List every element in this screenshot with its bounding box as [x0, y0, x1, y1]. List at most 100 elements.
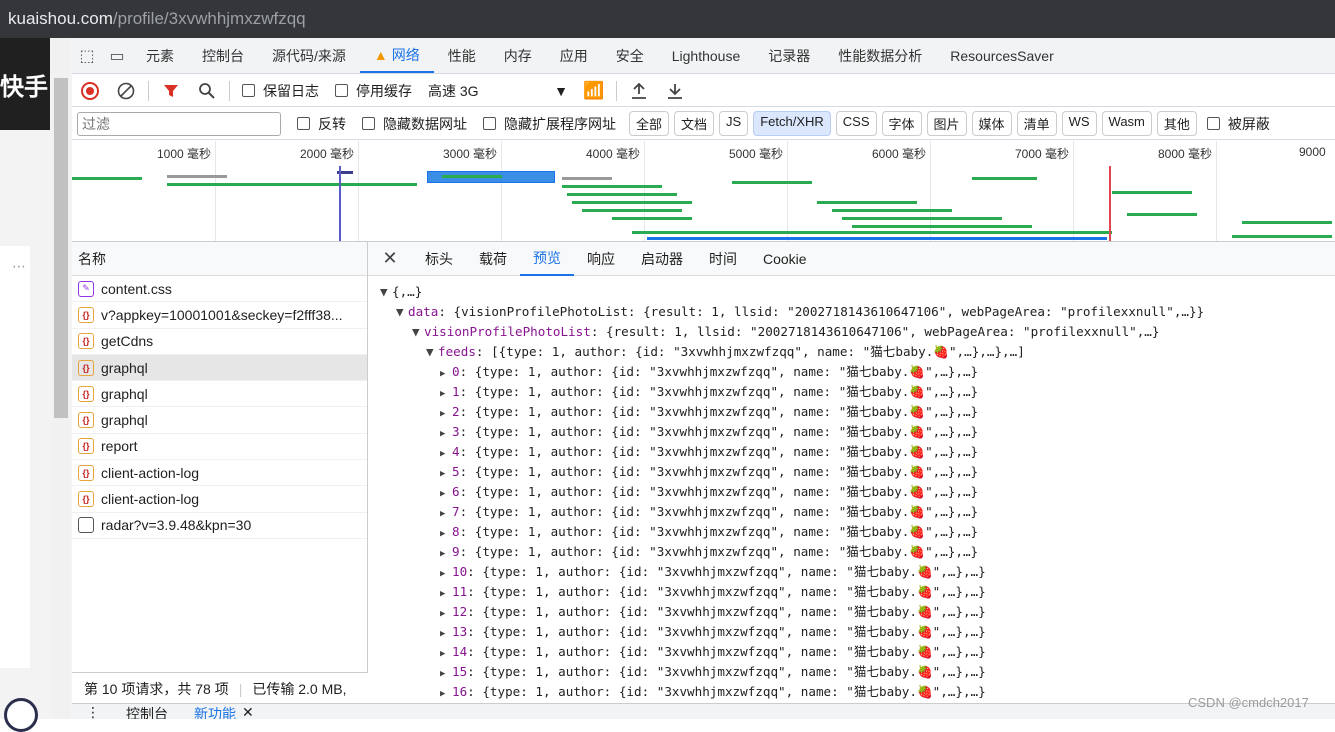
type-chip-9[interactable]: WS: [1061, 111, 1097, 136]
request-row[interactable]: {} graphql: [72, 354, 367, 382]
detail-tab-0[interactable]: 标头: [412, 242, 466, 276]
type-chip-11[interactable]: 其他: [1156, 111, 1197, 136]
request-row[interactable]: {} report: [72, 434, 367, 461]
tab-9[interactable]: 记录器: [754, 38, 824, 73]
feed-item-row[interactable]: ▶ 3: {type: 1, author: {id: "3xvwhhjmxzwf…: [368, 422, 1335, 442]
type-chip-1[interactable]: 文档: [674, 111, 715, 136]
tab-3[interactable]: ▲ 网络: [359, 38, 434, 73]
detail-tab-4[interactable]: 启动器: [628, 242, 696, 276]
more-icon[interactable]: ⋯: [12, 258, 26, 275]
expand-triangle-icon[interactable]: ▶: [440, 604, 452, 622]
type-chip-7[interactable]: 媒体: [971, 111, 1012, 136]
close-icon[interactable]: ✕: [368, 248, 412, 269]
expand-triangle-icon[interactable]: ▶: [440, 384, 452, 402]
network-overview-timeline[interactable]: 1000 毫秒 2000 毫秒 3000 毫秒 4000 毫秒 5000 毫秒 6000 …: [72, 141, 1335, 242]
expand-triangle-icon[interactable]: ▶: [440, 624, 452, 642]
expand-triangle-icon[interactable]: ▼: [396, 302, 408, 322]
type-chip-5[interactable]: 字体: [881, 111, 922, 136]
expand-triangle-icon[interactable]: ▶: [440, 504, 452, 522]
expand-triangle-icon[interactable]: ▶: [440, 544, 452, 562]
request-row[interactable]: {} getCdns: [72, 329, 367, 355]
upload-icon[interactable]: [621, 75, 657, 107]
filter-input[interactable]: [77, 111, 281, 136]
detail-tab-2[interactable]: 预览: [520, 242, 574, 276]
drawer-tab-whats-new[interactable]: 新功能: [194, 704, 236, 719]
clear-icon[interactable]: [108, 75, 144, 107]
tab-7[interactable]: 安全: [602, 38, 658, 73]
search-icon[interactable]: [189, 75, 225, 107]
feed-item-row[interactable]: ▶ 9: {type: 1, author: {id: "3xvwhhjmxzwf…: [368, 542, 1335, 562]
throttle-select[interactable]: 高速 3G ▼: [428, 81, 568, 101]
drawer-menu-icon[interactable]: ⋮: [86, 704, 100, 719]
request-row[interactable]: {} graphql: [72, 381, 367, 408]
request-row[interactable]: ✎ content.css: [72, 276, 367, 303]
inspect-icon[interactable]: ⬚: [72, 38, 102, 73]
type-chip-0[interactable]: 全部: [629, 111, 670, 136]
feed-item-row[interactable]: ▶ 1: {type: 1, author: {id: "3xvwhhjmxzwf…: [368, 382, 1335, 402]
json-vppl-node[interactable]: ▼ visionProfilePhotoList: {result: 1, lls…: [368, 322, 1335, 342]
avatar-icon[interactable]: [4, 698, 38, 732]
hide-extension-urls-checkbox[interactable]: 隐藏扩展程序网址: [483, 114, 616, 134]
expand-triangle-icon[interactable]: ▶: [440, 424, 452, 442]
tab-10[interactable]: 性能数据分析: [824, 38, 936, 73]
feed-item-row[interactable]: ▶ 12: {type: 1, author: {id: "3xvwhhjmxzw…: [368, 602, 1335, 622]
network-conditions-icon[interactable]: 📶: [576, 75, 612, 107]
scrollbar-thumb[interactable]: [54, 78, 68, 418]
expand-triangle-icon[interactable]: ▶: [440, 364, 452, 382]
request-row[interactable]: radar?v=3.9.48&kpn=30: [72, 513, 367, 539]
detail-tab-3[interactable]: 响应: [574, 242, 628, 276]
tab-5[interactable]: 内存: [490, 38, 546, 73]
feed-item-row[interactable]: ▶ 15: {type: 1, author: {id: "3xvwhhjmxzw…: [368, 662, 1335, 682]
feed-item-row[interactable]: ▶ 11: {type: 1, author: {id: "3xvwhhjmxzw…: [368, 582, 1335, 602]
address-bar[interactable]: kuaishou.com/profile/3xvwhhjmxzwfzqq: [0, 0, 1335, 38]
type-chip-2[interactable]: JS: [719, 111, 749, 136]
site-logo[interactable]: 快手: [0, 38, 50, 130]
expand-triangle-icon[interactable]: ▼: [426, 342, 438, 362]
type-chip-3[interactable]: Fetch/XHR: [753, 111, 831, 136]
feed-item-row[interactable]: ▶ 8: {type: 1, author: {id: "3xvwhhjmxzwf…: [368, 522, 1335, 542]
invert-checkbox[interactable]: 反转: [297, 114, 346, 134]
request-row[interactable]: {} client-action-log: [72, 460, 367, 487]
tab-8[interactable]: Lighthouse: [658, 38, 755, 73]
expand-triangle-icon[interactable]: ▶: [440, 664, 452, 682]
tab-11[interactable]: ResourcesSaver: [936, 38, 1068, 73]
close-icon[interactable]: ✕: [242, 704, 254, 719]
tab-0[interactable]: 元素: [132, 38, 188, 73]
feed-item-row[interactable]: ▶ 13: {type: 1, author: {id: "3xvwhhjmxzw…: [368, 622, 1335, 642]
drawer-tab-console[interactable]: 控制台: [126, 704, 168, 719]
blocked-checkbox[interactable]: 被屏蔽: [1206, 114, 1270, 134]
feed-item-row[interactable]: ▶ 14: {type: 1, author: {id: "3xvwhhjmxzw…: [368, 642, 1335, 662]
feed-item-row[interactable]: ▶ 7: {type: 1, author: {id: "3xvwhhjmxzwf…: [368, 502, 1335, 522]
request-row[interactable]: {} graphql: [72, 407, 367, 434]
tab-6[interactable]: 应用: [546, 38, 602, 73]
type-chip-4[interactable]: CSS: [835, 111, 877, 136]
expand-triangle-icon[interactable]: ▶: [440, 644, 452, 662]
device-toggle-icon[interactable]: ▭: [102, 38, 132, 73]
name-column-header[interactable]: 名称: [72, 242, 367, 276]
detail-tab-5[interactable]: 时间: [696, 242, 750, 276]
disable-cache-checkbox[interactable]: 停用缓存: [335, 81, 412, 101]
feed-item-row[interactable]: ▶ 5: {type: 1, author: {id: "3xvwhhjmxzwf…: [368, 462, 1335, 482]
tab-1[interactable]: 控制台: [188, 38, 258, 73]
feed-item-row[interactable]: ▶ 2: {type: 1, author: {id: "3xvwhhjmxzwf…: [368, 402, 1335, 422]
request-row[interactable]: {} v?appkey=10001001&seckey=f2fff38...: [72, 302, 367, 329]
feed-item-row[interactable]: ▶ 0: {type: 1, author: {id: "3xvwhhjmxzwf…: [368, 362, 1335, 382]
tab-2[interactable]: 源代码/来源: [258, 38, 360, 73]
type-chip-8[interactable]: 清单: [1016, 111, 1057, 136]
expand-triangle-icon[interactable]: ▶: [440, 404, 452, 422]
preserve-log-checkbox[interactable]: 保留日志: [242, 81, 319, 101]
request-row[interactable]: {} client-action-log: [72, 486, 367, 513]
feed-item-row[interactable]: ▶ 6: {type: 1, author: {id: "3xvwhhjmxzwf…: [368, 482, 1335, 502]
json-data-node[interactable]: ▼ data: {visionProfilePhotoList: {result:…: [368, 302, 1335, 322]
type-chip-10[interactable]: Wasm: [1101, 111, 1152, 136]
tab-4[interactable]: 性能: [434, 38, 490, 73]
expand-triangle-icon[interactable]: ▼: [412, 322, 424, 342]
expand-triangle-icon[interactable]: ▶: [440, 484, 452, 502]
record-icon[interactable]: [72, 75, 108, 107]
json-root[interactable]: ▼ {,…}: [368, 282, 1335, 302]
json-feeds-node[interactable]: ▼ feeds: [{type: 1, author: {id: "3xvwhhj…: [368, 342, 1335, 362]
expand-triangle-icon[interactable]: ▶: [440, 584, 452, 602]
feed-item-row[interactable]: ▶ 10: {type: 1, author: {id: "3xvwhhjmxzw…: [368, 562, 1335, 582]
expand-triangle-icon[interactable]: ▶: [440, 684, 452, 702]
detail-tab-1[interactable]: 载荷: [466, 242, 520, 276]
